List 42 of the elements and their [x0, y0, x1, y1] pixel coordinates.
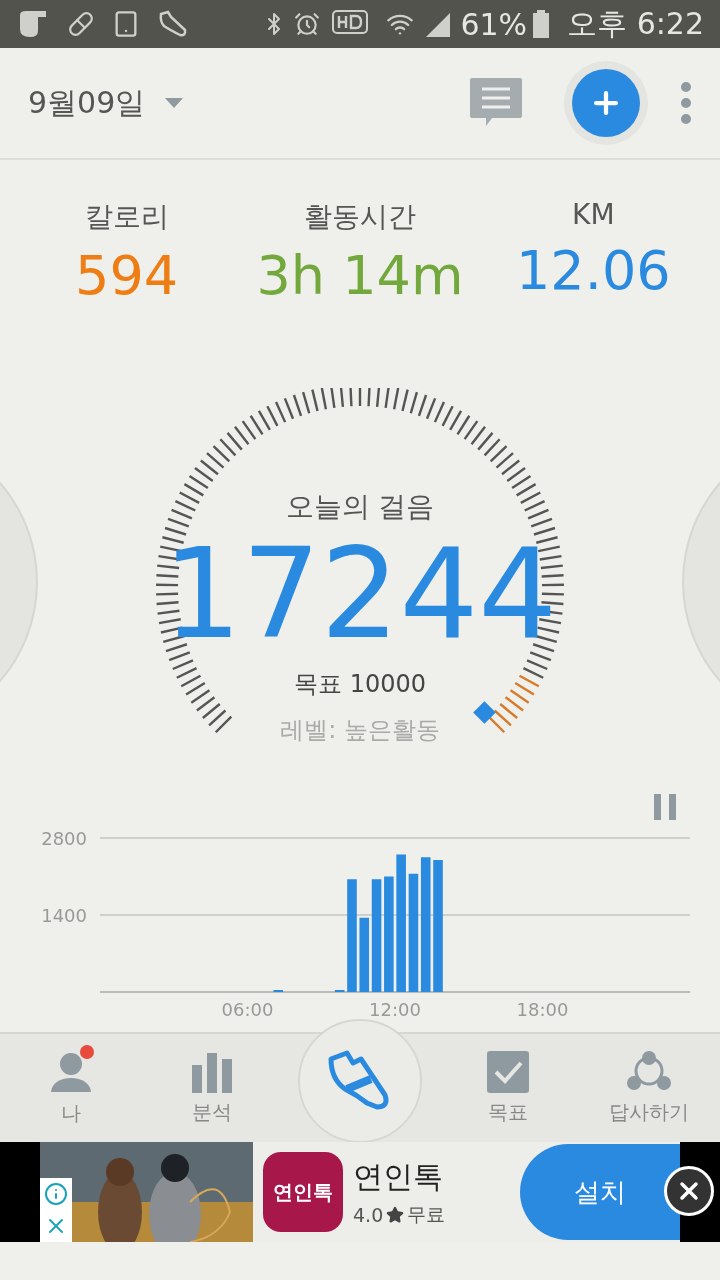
more-options-icon[interactable]: [680, 81, 692, 125]
nav-tab[interactable]: 목표: [453, 1049, 564, 1127]
battery-percent: 61%: [460, 6, 528, 42]
app-icon-label: 연인톡: [263, 1152, 343, 1232]
star-icon: [386, 1205, 405, 1224]
y-axis-label: 2800: [41, 828, 87, 849]
battery-icon: [533, 10, 550, 38]
signal-icon: [424, 11, 451, 37]
nav-tab[interactable]: 나: [15, 1048, 126, 1128]
stat-label: KM: [572, 198, 615, 231]
status-time: 오후 6:22: [567, 4, 704, 43]
date-title: 9월09일: [28, 83, 146, 122]
close-ad-button[interactable]: [664, 1166, 714, 1216]
app-name: 연인톡: [353, 1157, 444, 1196]
stat-value: 12.06: [516, 239, 671, 302]
goal-text: 목표 10000: [294, 669, 426, 701]
checkbox-icon: [487, 1050, 530, 1093]
install-button[interactable]: 설치: [520, 1144, 680, 1240]
x-axis-label: 12:00: [369, 999, 421, 1020]
y-axis-label: 1400: [41, 905, 87, 926]
chat-icon[interactable]: [470, 78, 522, 128]
pause-icon[interactable]: [654, 794, 676, 820]
step-count: 17244: [162, 526, 558, 663]
alarm-icon: [294, 11, 321, 37]
info-icon[interactable]: [44, 1182, 68, 1206]
pill-icon: [68, 11, 94, 37]
gauge-title: 오늘의 걸음: [285, 489, 435, 525]
bar-chart-icon: [189, 1050, 234, 1093]
nav-tab[interactable]: 답사하기: [594, 1049, 705, 1127]
activity-level: 레벨: 높은활동: [280, 715, 440, 747]
dropdown-caret-icon[interactable]: [165, 98, 184, 108]
app-price: 무료: [407, 1201, 446, 1227]
stat-label: 활동시간: [304, 199, 416, 235]
stat-value: 3h 14m: [256, 244, 464, 307]
x-axis-label: 06:00: [221, 999, 274, 1020]
nav-tab[interactable]: 분석: [156, 1049, 267, 1127]
x-axis-label: 18:00: [516, 999, 569, 1020]
share-icon: [626, 1050, 673, 1093]
stat-value: 594: [75, 244, 179, 307]
app-rating: 4.0: [353, 1203, 384, 1226]
shoe-icon: [158, 10, 188, 38]
stat-label: 칼로리: [84, 199, 169, 235]
